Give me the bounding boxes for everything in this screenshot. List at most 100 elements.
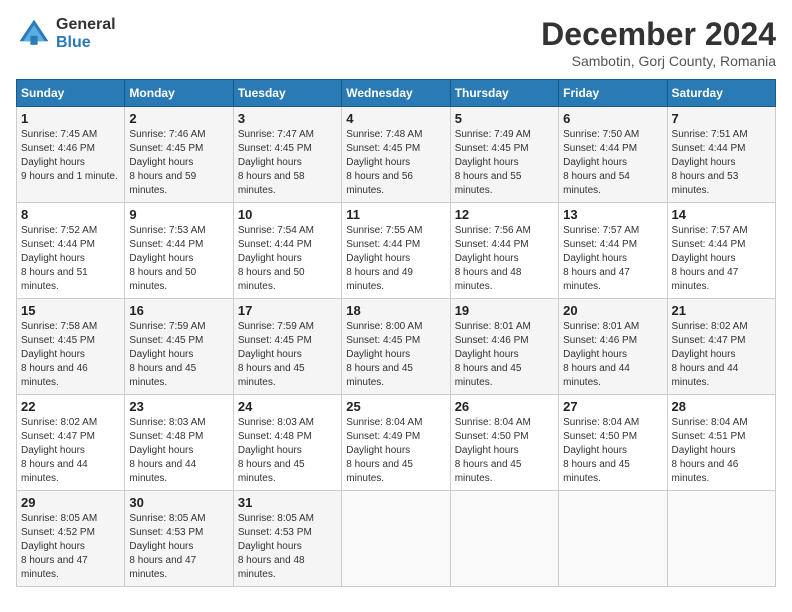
calendar-cell: 1Sunrise: 7:45 AMSunset: 4:46 PMDaylight… — [17, 107, 125, 203]
day-number: 8 — [21, 207, 120, 222]
day-info: Sunrise: 8:04 AMSunset: 4:51 PMDaylight … — [672, 416, 771, 486]
day-info: Sunrise: 8:03 AMSunset: 4:48 PMDaylight … — [238, 416, 337, 486]
day-info: Sunrise: 7:50 AMSunset: 4:44 PMDaylight … — [563, 128, 662, 198]
calendar-subtitle: Sambotin, Gorj County, Romania — [541, 53, 776, 69]
calendar-cell: 13Sunrise: 7:57 AMSunset: 4:44 PMDayligh… — [559, 203, 667, 299]
day-number: 21 — [672, 303, 771, 318]
calendar-cell: 25 Sunrise: 8:04 AMSunset: 4:49 PMDayligh… — [342, 395, 450, 491]
day-number: 16 — [129, 303, 228, 318]
day-number: 28 — [672, 399, 771, 414]
calendar-cell — [450, 491, 558, 587]
calendar-cell: 15 Sunrise: 7:58 AMSunset: 4:45 PMDayligh… — [17, 299, 125, 395]
day-number: 9 — [129, 207, 228, 222]
calendar-week-2: 8 Sunrise: 7:52 AMSunset: 4:44 PMDaylight… — [17, 203, 776, 299]
calendar-cell — [667, 491, 775, 587]
day-number: 19 — [455, 303, 554, 318]
logo-line1: General — [56, 16, 116, 34]
calendar-cell: 10 Sunrise: 7:54 AMSunset: 4:44 PMDayligh… — [233, 203, 341, 299]
calendar-cell: 22Sunrise: 8:02 AMSunset: 4:47 PMDayligh… — [17, 395, 125, 491]
page-header: General Blue December 2024 Sambotin, Gor… — [16, 16, 776, 69]
day-number: 25 — [346, 399, 445, 414]
calendar-cell — [342, 491, 450, 587]
day-number: 23 — [129, 399, 228, 414]
calendar-cell: 7 Sunrise: 7:51 AMSunset: 4:44 PMDaylight… — [667, 107, 775, 203]
day-info: Sunrise: 7:53 AMSunset: 4:44 PMDaylight … — [129, 224, 228, 294]
weekday-header-monday: Monday — [125, 80, 233, 107]
day-info: Sunrise: 7:58 AMSunset: 4:45 PMDaylight … — [21, 320, 120, 390]
day-number: 15 — [21, 303, 120, 318]
day-info: Sunrise: 7:59 AMSunset: 4:45 PMDaylight … — [129, 320, 228, 390]
weekday-header-sunday: Sunday — [17, 80, 125, 107]
day-info: Sunrise: 7:59 AMSunset: 4:45 PMDaylight … — [238, 320, 337, 390]
calendar-week-1: 1Sunrise: 7:45 AMSunset: 4:46 PMDaylight… — [17, 107, 776, 203]
weekday-header-saturday: Saturday — [667, 80, 775, 107]
day-info: Sunrise: 8:01 AMSunset: 4:46 PMDaylight … — [455, 320, 554, 390]
calendar-cell: 21 Sunrise: 8:02 AMSunset: 4:47 PMDayligh… — [667, 299, 775, 395]
day-info: Sunrise: 7:47 AMSunset: 4:45 PMDaylight … — [238, 128, 337, 198]
day-info: Sunrise: 7:52 AMSunset: 4:44 PMDaylight … — [21, 224, 120, 294]
calendar-cell: 6 Sunrise: 7:50 AMSunset: 4:44 PMDaylight… — [559, 107, 667, 203]
day-info: Sunrise: 7:54 AMSunset: 4:44 PMDaylight … — [238, 224, 337, 294]
calendar-cell: 11Sunrise: 7:55 AMSunset: 4:44 PMDayligh… — [342, 203, 450, 299]
day-number: 5 — [455, 111, 554, 126]
day-number: 11 — [346, 207, 445, 222]
calendar-cell: 31Sunrise: 8:05 AMSunset: 4:53 PMDayligh… — [233, 491, 341, 587]
day-info: Sunrise: 8:02 AMSunset: 4:47 PMDaylight … — [672, 320, 771, 390]
day-number: 30 — [129, 495, 228, 510]
day-info: Sunrise: 7:57 AMSunset: 4:44 PMDaylight … — [672, 224, 771, 294]
logo-text: General Blue — [56, 16, 116, 51]
day-info: Sunrise: 8:02 AMSunset: 4:47 PMDaylight … — [21, 416, 120, 486]
day-number: 17 — [238, 303, 337, 318]
day-number: 29 — [21, 495, 120, 510]
day-number: 13 — [563, 207, 662, 222]
calendar-title: December 2024 — [541, 16, 776, 53]
day-number: 3 — [238, 111, 337, 126]
calendar-cell: 2 Sunrise: 7:46 AMSunset: 4:45 PMDaylight… — [125, 107, 233, 203]
day-number: 6 — [563, 111, 662, 126]
calendar-week-5: 29 Sunrise: 8:05 AMSunset: 4:52 PMDayligh… — [17, 491, 776, 587]
weekday-header-tuesday: Tuesday — [233, 80, 341, 107]
day-number: 12 — [455, 207, 554, 222]
logo-line2: Blue — [56, 34, 116, 52]
calendar-cell: 18 Sunrise: 8:00 AMSunset: 4:45 PMDayligh… — [342, 299, 450, 395]
day-info: Sunrise: 8:04 AMSunset: 4:50 PMDaylight … — [563, 416, 662, 486]
calendar-cell: 20Sunrise: 8:01 AMSunset: 4:46 PMDayligh… — [559, 299, 667, 395]
day-number: 24 — [238, 399, 337, 414]
day-number: 26 — [455, 399, 554, 414]
calendar-cell: 26Sunrise: 8:04 AMSunset: 4:50 PMDayligh… — [450, 395, 558, 491]
calendar-cell: 29 Sunrise: 8:05 AMSunset: 4:52 PMDayligh… — [17, 491, 125, 587]
day-number: 4 — [346, 111, 445, 126]
logo-icon — [16, 16, 52, 52]
day-info: Sunrise: 7:45 AMSunset: 4:46 PMDaylight … — [21, 128, 120, 184]
title-block: December 2024 Sambotin, Gorj County, Rom… — [541, 16, 776, 69]
day-number: 2 — [129, 111, 228, 126]
day-info: Sunrise: 7:51 AMSunset: 4:44 PMDaylight … — [672, 128, 771, 198]
day-number: 7 — [672, 111, 771, 126]
day-info: Sunrise: 7:46 AMSunset: 4:45 PMDaylight … — [129, 128, 228, 198]
calendar-cell — [559, 491, 667, 587]
weekday-header-wednesday: Wednesday — [342, 80, 450, 107]
logo: General Blue — [16, 16, 116, 52]
day-info: Sunrise: 8:03 AMSunset: 4:48 PMDaylight … — [129, 416, 228, 486]
day-info: Sunrise: 8:01 AMSunset: 4:46 PMDaylight … — [563, 320, 662, 390]
day-number: 27 — [563, 399, 662, 414]
calendar-week-3: 15 Sunrise: 7:58 AMSunset: 4:45 PMDayligh… — [17, 299, 776, 395]
day-info: Sunrise: 8:05 AMSunset: 4:53 PMDaylight … — [129, 512, 228, 582]
day-number: 10 — [238, 207, 337, 222]
calendar-cell: 4Sunrise: 7:48 AMSunset: 4:45 PMDaylight… — [342, 107, 450, 203]
day-number: 18 — [346, 303, 445, 318]
calendar-cell: 23 Sunrise: 8:03 AMSunset: 4:48 PMDayligh… — [125, 395, 233, 491]
calendar-cell: 9 Sunrise: 7:53 AMSunset: 4:44 PMDaylight… — [125, 203, 233, 299]
day-info: Sunrise: 7:56 AMSunset: 4:44 PMDaylight … — [455, 224, 554, 294]
calendar-cell: 28 Sunrise: 8:04 AMSunset: 4:51 PMDayligh… — [667, 395, 775, 491]
day-number: 31 — [238, 495, 337, 510]
day-info: Sunrise: 8:00 AMSunset: 4:45 PMDaylight … — [346, 320, 445, 390]
calendar-cell: 30 Sunrise: 8:05 AMSunset: 4:53 PMDayligh… — [125, 491, 233, 587]
calendar-table: SundayMondayTuesdayWednesdayThursdayFrid… — [16, 79, 776, 587]
calendar-cell: 14Sunrise: 7:57 AMSunset: 4:44 PMDayligh… — [667, 203, 775, 299]
calendar-cell: 24 Sunrise: 8:03 AMSunset: 4:48 PMDayligh… — [233, 395, 341, 491]
calendar-cell: 17 Sunrise: 7:59 AMSunset: 4:45 PMDayligh… — [233, 299, 341, 395]
calendar-cell: 27 Sunrise: 8:04 AMSunset: 4:50 PMDayligh… — [559, 395, 667, 491]
day-info: Sunrise: 8:04 AMSunset: 4:49 PMDaylight … — [346, 416, 445, 486]
day-info: Sunrise: 8:05 AMSunset: 4:52 PMDaylight … — [21, 512, 120, 582]
